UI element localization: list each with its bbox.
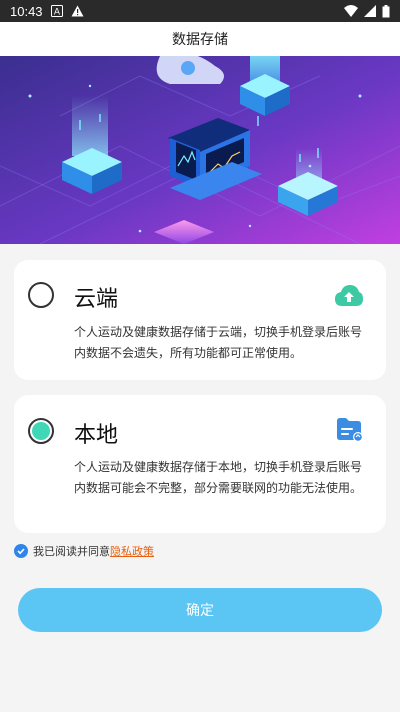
svg-text:A: A — [53, 8, 60, 18]
cellular-icon — [364, 5, 376, 17]
local-folder-icon — [336, 417, 364, 447]
agreement-row: 我已阅读并同意 隐私政策 — [14, 542, 154, 560]
option-title-local: 本地 — [74, 423, 119, 448]
a-box-icon: A — [50, 5, 63, 18]
warning-icon — [71, 5, 84, 17]
confirm-button[interactable]: 确定 — [18, 588, 382, 632]
option-title-cloud: 云端 — [74, 287, 119, 312]
agreement-text: 我已阅读并同意 — [33, 545, 110, 558]
storage-option-cloud[interactable]: 云端 个人运动及健康数据存储于云端，切换手机登录后账号内数据不会遗失，所有功能都… — [14, 260, 386, 380]
option-desc-local: 个人运动及健康数据存储于本地，切换手机登录后账号内数据可能会不完整，部分需要联网… — [74, 460, 363, 495]
page-title: 数据存储 — [0, 22, 400, 56]
radio-local[interactable] — [28, 418, 54, 444]
banner-illustration — [0, 56, 400, 244]
agreement-checkbox[interactable] — [14, 544, 28, 558]
status-bar: 10:43 A — [0, 0, 400, 22]
storage-option-local[interactable]: 本地 个人运动及健康数据存储于本地，切换手机登录后账号内数据可能会不完整，部分需… — [14, 395, 386, 533]
option-desc-cloud: 个人运动及健康数据存储于云端，切换手机登录后账号内数据不会遗失，所有功能都可正常… — [74, 325, 363, 360]
wifi-icon — [344, 5, 358, 17]
battery-icon — [382, 4, 390, 18]
cloud-upload-icon — [334, 284, 364, 312]
privacy-policy-link[interactable]: 隐私政策 — [110, 543, 154, 559]
radio-cloud[interactable] — [28, 282, 54, 308]
status-time: 10:43 — [10, 3, 43, 19]
